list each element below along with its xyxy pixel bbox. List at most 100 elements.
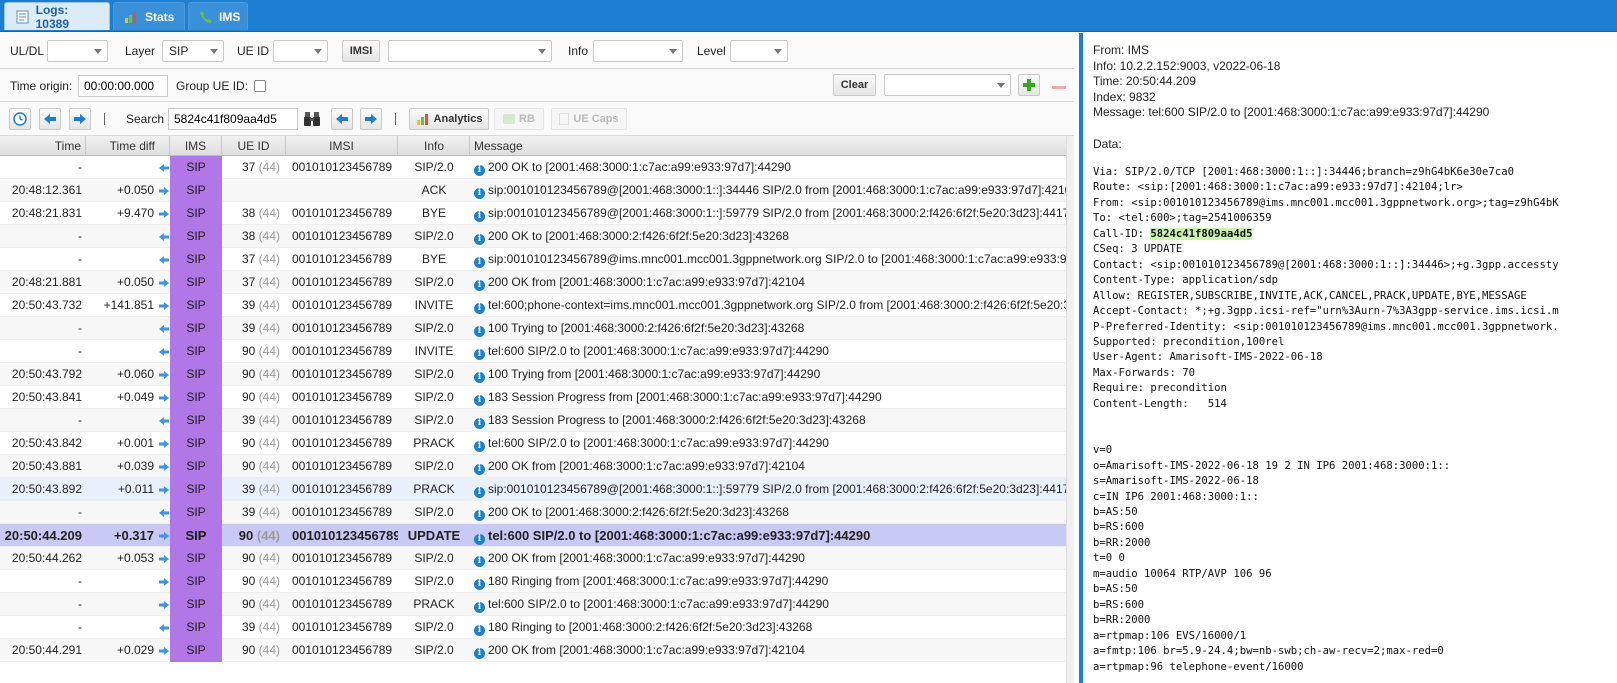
table-row[interactable]: 20:50:44.262 +0.053 SIP 90 (44) 001010123456… [0, 547, 1066, 570]
info-icon[interactable]: i [474, 625, 485, 636]
chevron-down-icon [94, 49, 102, 54]
table-row[interactable]: 20:50:43.792 +0.060 SIP 90 (44) 001010123456… [0, 363, 1066, 386]
bar-chart-icon [416, 113, 428, 125]
info-icon[interactable]: i [474, 257, 485, 268]
col-ue-id[interactable]: UE ID [222, 136, 286, 156]
table-row[interactable]: - SIP 39 (44) 001010123456789 SIP/2.0 i 100 Tr… [0, 317, 1066, 340]
sip-body-line: Accept-Contact: *;+g.3gpp.icsi-ref="urn%… [1093, 305, 1559, 318]
group-ue-checkbox[interactable] [254, 80, 266, 92]
table-row[interactable]: - SIP 90 (44) 001010123456789 INVITE i tel:600… [0, 340, 1066, 363]
group-ue-label: Group UE ID: [176, 79, 249, 93]
info-icon[interactable]: i [474, 464, 485, 475]
analytics-label: Analytics [433, 113, 483, 125]
info-icon[interactable]: i [474, 418, 485, 429]
next-button[interactable] [69, 108, 91, 130]
table-row[interactable]: - SIP 38 (44) 001010123456789 SIP/2.0 i 200 OK… [0, 225, 1066, 248]
preset-select[interactable] [884, 74, 1011, 96]
cell-time: 20:48:21.881 [11, 275, 82, 289]
info-icon[interactable]: i [474, 349, 485, 360]
info-icon[interactable]: i [474, 188, 485, 199]
info-icon[interactable]: i [474, 556, 485, 567]
previous-button[interactable] [39, 108, 61, 130]
info-icon[interactable]: i [474, 234, 485, 245]
table-row[interactable]: 20:48:21.881 +0.050 SIP 37 (44) 001010123456… [0, 271, 1066, 294]
table-row[interactable]: 20:48:12.361 +0.050 SIP ACK i sip:00101012345… [0, 179, 1066, 202]
col-info[interactable]: Info [398, 136, 470, 156]
col-time[interactable]: Time [0, 136, 86, 156]
imsi-button[interactable]: IMSI [342, 40, 380, 62]
info-icon[interactable]: i [474, 487, 485, 498]
col-imsi[interactable]: IMSI [286, 136, 398, 156]
table-header: Time Time diff IMS UE ID IMSI Info Messa… [0, 136, 1066, 156]
info-icon[interactable]: i [474, 534, 485, 545]
table-row[interactable]: 20:50:43.881 +0.039 SIP 90 (44) 001010123456… [0, 455, 1066, 478]
info-icon[interactable]: i [474, 602, 485, 613]
tab-ims[interactable]: IMS [188, 2, 248, 30]
sip-body-line: b=AS:50 [1093, 583, 1138, 596]
info-icon[interactable]: i [474, 303, 485, 314]
info-select[interactable] [593, 40, 683, 62]
table-row[interactable]: - SIP 37 (44) 001010123456789 BYE i sip:001010… [0, 248, 1066, 271]
ueid-select[interactable] [273, 40, 328, 62]
table-row[interactable]: - SIP 39 (44) 001010123456789 SIP/2.0 i 200 OK… [0, 501, 1066, 524]
info-icon[interactable]: i [474, 510, 485, 521]
info-icon[interactable]: i [474, 579, 485, 590]
col-time-diff[interactable]: Time diff [86, 136, 170, 156]
search-input[interactable] [168, 108, 298, 130]
ue-id-sub: (44) [258, 574, 280, 588]
rb-button[interactable]: RB [494, 108, 544, 130]
info-icon[interactable]: i [474, 280, 485, 291]
table-row[interactable]: - SIP 90 (44) 001010123456789 PRACK i tel:600 … [0, 593, 1066, 616]
ue-id-value: 38 [241, 229, 259, 243]
table-row[interactable]: - SIP 90 (44) 001010123456789 SIP/2.0 i 180 Ri… [0, 570, 1066, 593]
table-row[interactable]: 20:50:43.842 +0.001 SIP 90 (44) 001010123456… [0, 432, 1066, 455]
table-row[interactable]: 20:50:43.892 +0.011 SIP 39 (44) 001010123456… [0, 478, 1066, 501]
ue-id-sub: (44) [258, 160, 280, 174]
info-icon[interactable]: i [474, 326, 485, 337]
info-icon[interactable]: i [474, 395, 485, 406]
search-bar: Search Analytics RB UE Caps [0, 102, 1074, 136]
col-ims[interactable]: IMS [170, 136, 222, 156]
table-row[interactable]: - SIP 39 (44) 001010123456789 SIP/2.0 i 180 Ri… [0, 616, 1066, 639]
remove-icon[interactable] [1052, 86, 1066, 89]
cell-info: BYE [421, 206, 446, 220]
cell-time: 20:50:44.291 [11, 643, 82, 657]
layer-select[interactable]: SIP [162, 40, 224, 62]
info-icon[interactable]: i [474, 372, 485, 383]
table-row-selected[interactable]: 20:50:44.209 +0.317 SIP 90 (44) 001010123456… [0, 524, 1066, 547]
clock-button[interactable] [9, 108, 31, 130]
tab-logs[interactable]: Logs: 10389 [4, 2, 110, 31]
cell-time-diff: +0.050 [116, 183, 154, 197]
imsi-select[interactable] [388, 40, 552, 62]
binoculars-button[interactable] [302, 108, 322, 130]
col-message[interactable]: Message [470, 136, 1066, 156]
add-button[interactable] [1018, 74, 1040, 96]
info-icon[interactable]: i [474, 211, 485, 222]
message-text: 100 Trying from [2001:468:3000:1:c7ac:a9… [488, 367, 821, 381]
cell-time-diff [86, 225, 158, 248]
tab-stats[interactable]: Stats [113, 2, 185, 30]
analytics-button[interactable]: Analytics [409, 108, 489, 130]
info-icon[interactable]: i [474, 441, 485, 452]
table-row[interactable]: - SIP 37 (44) 001010123456789 SIP/2.0 i 200 OK… [0, 156, 1066, 179]
binoculars-icon [304, 112, 320, 126]
clear-button[interactable]: Clear [833, 74, 876, 96]
cell-time: 20:48:12.361 [11, 183, 82, 197]
table-row[interactable]: 20:50:43.732 +141.851 SIP 39 (44) 0010101234… [0, 294, 1066, 317]
info-icon[interactable]: i [474, 165, 485, 176]
table-row[interactable]: - SIP 39 (44) 001010123456789 SIP/2.0 i 183 Se… [0, 409, 1066, 432]
ue-id-sub: (44) [258, 505, 280, 519]
search-previous-button[interactable] [331, 108, 353, 130]
ue-caps-button[interactable]: UE Caps [551, 108, 627, 130]
message-text: tel:600;phone-context=ims.mnc001.mcc001.… [488, 298, 1066, 312]
table-row[interactable]: 20:48:21.831 +9.470 SIP 38 (44) 001010123456… [0, 202, 1066, 225]
uldl-select[interactable] [47, 40, 108, 62]
time-origin-input[interactable] [78, 75, 168, 97]
table-row[interactable]: 20:50:43.841 +0.049 SIP 90 (44) 001010123456… [0, 386, 1066, 409]
info-icon[interactable]: i [474, 648, 485, 659]
cell-time-diff: +0.317 [113, 528, 154, 543]
search-next-button[interactable] [360, 108, 382, 130]
table-row[interactable]: 20:50:44.291 +0.029 SIP 90 (44) 001010123456… [0, 639, 1066, 662]
level-select[interactable] [730, 40, 788, 62]
table-scrollbar[interactable] [1066, 136, 1074, 683]
